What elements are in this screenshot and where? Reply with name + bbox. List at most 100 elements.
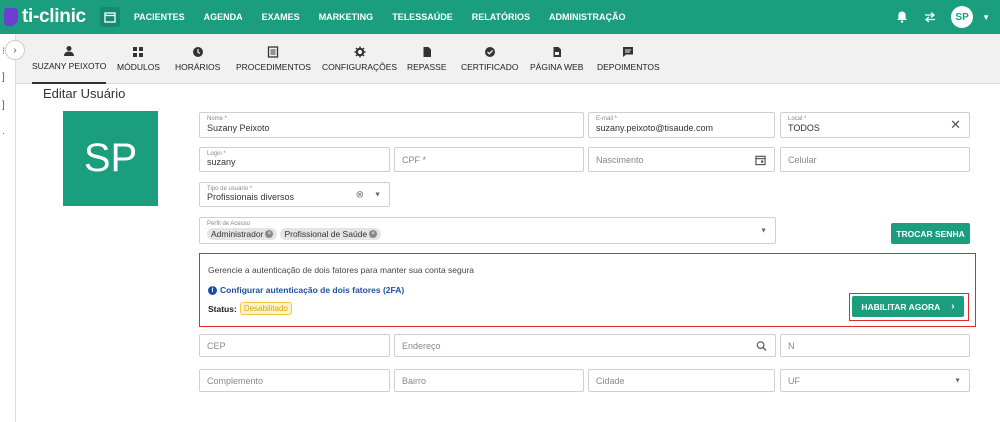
gear-icon xyxy=(354,46,366,58)
calendar-icon xyxy=(104,12,116,23)
bell-icon[interactable] xyxy=(895,10,909,24)
tab-label: HORÁRIOS xyxy=(175,62,221,72)
tab-label: REPASSE xyxy=(407,62,447,72)
tab-label: MÓDULOS xyxy=(117,62,160,72)
complemento-placeholder: Complemento xyxy=(207,375,264,386)
tab-depoimentos[interactable]: DEPOIMENTOS xyxy=(597,34,660,84)
tab-modulos[interactable]: MÓDULOS xyxy=(117,34,160,84)
configure-2fa-link[interactable]: i Configurar autenticação de dois fatore… xyxy=(208,285,404,295)
nome-field[interactable]: Nome * Suzany Peixoto xyxy=(199,112,584,138)
status-badge: Desabilitado xyxy=(239,302,292,315)
tab-certificado[interactable]: CERTIFICADO xyxy=(461,34,518,84)
nav-item-exames[interactable]: EXAMES xyxy=(262,12,300,22)
tab-repasse[interactable]: REPASSE xyxy=(407,34,447,84)
chip-remove-icon[interactable]: × xyxy=(369,230,378,238)
nav-item-pacientes[interactable]: PACIENTES xyxy=(134,12,185,22)
local-value: TODOS xyxy=(788,123,820,133)
dropdown-arrow-icon[interactable]: ▼ xyxy=(760,227,767,234)
user-menu-caret-icon[interactable]: ▼ xyxy=(982,13,990,22)
uf-select[interactable]: UF ▼ xyxy=(780,369,970,392)
tab-suzany-peixoto[interactable]: SUZANY PEIXOTO xyxy=(32,34,107,84)
cep-field[interactable]: CEP xyxy=(199,334,390,357)
cep-placeholder: CEP xyxy=(207,340,226,351)
tab-pagina-web[interactable]: PÁGINA WEB xyxy=(530,34,583,84)
nome-label: Nome * xyxy=(207,116,228,122)
dropdown-arrow-icon[interactable]: ▼ xyxy=(374,191,381,198)
tab-horarios[interactable]: HORÁRIOS xyxy=(175,34,220,84)
numero-field[interactable]: N xyxy=(780,334,970,357)
person-icon xyxy=(64,46,75,56)
verified-badge-icon xyxy=(484,47,495,57)
comment-icon xyxy=(623,47,634,57)
local-label: Local * xyxy=(788,116,807,122)
enable-2fa-highlight: HABILITAR AGORA › xyxy=(849,293,969,321)
document-list-icon xyxy=(268,46,279,58)
logo-text: ti-clinic xyxy=(22,6,86,27)
chip-remove-icon[interactable]: × xyxy=(265,230,274,238)
tab-label: SUZANY PEIXOTO xyxy=(32,61,107,71)
perfil-acesso-select[interactable]: Perfil de Acesso Administrador × Profissi… xyxy=(199,217,776,244)
sidebar-glyph-3[interactable]: ] xyxy=(2,100,5,111)
nav-item-agenda[interactable]: AGENDA xyxy=(204,12,243,22)
tab-label: DEPOIMENTOS xyxy=(597,62,660,72)
cpf-field[interactable]: CPF * xyxy=(394,147,584,172)
uf-placeholder: UF xyxy=(788,375,800,386)
tab-label: CERTIFICADO xyxy=(461,62,519,72)
local-select[interactable]: Local * TODOS ✕ xyxy=(780,112,970,138)
info-icon: i xyxy=(208,285,217,295)
endereco-field[interactable]: Endereço xyxy=(394,334,776,357)
bairro-field[interactable]: Bairro xyxy=(394,369,584,392)
app-logo[interactable]: ti-clinic xyxy=(4,6,86,28)
profile-tabs: SUZANY PEIXOTO MÓDULOS HORÁRIOS PROCEDIM… xyxy=(16,34,1000,84)
tab-procedimentos[interactable]: PROCEDIMENTOS xyxy=(236,34,311,84)
nav-item-relatorios[interactable]: RELATÓRIOS xyxy=(472,12,530,22)
nascimento-field[interactable]: Nascimento xyxy=(588,147,775,172)
enable-2fa-button[interactable]: HABILITAR AGORA › xyxy=(852,296,964,317)
calendar-icon[interactable] xyxy=(755,154,766,165)
page-title: Editar Usuário xyxy=(43,86,126,101)
login-field[interactable]: Login * suzany xyxy=(199,147,390,172)
grid-icon xyxy=(133,47,144,57)
bairro-placeholder: Bairro xyxy=(402,375,427,386)
nascimento-placeholder: Nascimento xyxy=(596,154,644,165)
nav-item-telessaude[interactable]: TELESSAÚDE xyxy=(392,12,453,22)
cpf-placeholder: CPF * xyxy=(402,154,427,165)
sidebar-glyph-2[interactable]: ] xyxy=(2,72,5,83)
search-icon[interactable] xyxy=(756,340,767,351)
sidebar-toggle-button[interactable]: › xyxy=(5,40,25,60)
endereco-placeholder: Endereço xyxy=(402,340,441,351)
tipo-usuario-select[interactable]: Tipo de usuário * Profissionais diversos… xyxy=(199,182,390,207)
tab-label: PROCEDIMENTOS xyxy=(236,62,311,72)
complemento-field[interactable]: Complemento xyxy=(199,369,390,392)
user-avatar[interactable]: SP xyxy=(951,6,974,28)
enable-2fa-label: HABILITAR AGORA xyxy=(861,301,941,312)
clear-icon[interactable]: ✕ xyxy=(950,117,961,133)
tab-label: CONFIGURAÇÕES xyxy=(322,62,398,72)
clear-circle-icon[interactable]: ⊗ xyxy=(356,189,364,200)
nav-item-administracao[interactable]: ADMINISTRAÇÃO xyxy=(549,12,626,22)
trocar-senha-button[interactable]: TROCAR SENHA xyxy=(891,223,970,244)
user-avatar-large[interactable]: SP xyxy=(63,111,158,206)
chip-label: Administrador xyxy=(211,229,264,239)
logo-mark-icon xyxy=(4,8,18,26)
status-label: Status: xyxy=(208,303,237,314)
calendar-button[interactable] xyxy=(99,7,120,27)
chip-label: Profissional de Saúde xyxy=(284,229,368,239)
chip-profissional-saude[interactable]: Profissional de Saúde × xyxy=(280,228,382,240)
sidebar-glyph-4[interactable]: · xyxy=(2,128,5,139)
tab-configuracoes[interactable]: CONFIGURAÇÕES xyxy=(322,34,397,84)
tipo-usuario-value: Profissionais diversos xyxy=(207,192,295,202)
two-factor-description: Gerencie a autenticação de dois fatores … xyxy=(208,265,475,275)
chip-administrador[interactable]: Administrador × xyxy=(207,228,278,240)
swap-icon[interactable] xyxy=(923,10,937,24)
web-page-icon xyxy=(553,47,561,57)
cidade-field[interactable]: Cidade xyxy=(588,369,775,392)
dropdown-arrow-icon[interactable]: ▼ xyxy=(954,377,961,384)
nav-item-marketing[interactable]: MARKETING xyxy=(319,12,374,22)
perfil-acesso-label: Perfil de Acesso xyxy=(207,221,251,227)
celular-field[interactable]: Celular xyxy=(780,147,970,172)
tab-label: PÁGINA WEB xyxy=(530,62,584,72)
cidade-placeholder: Cidade xyxy=(596,375,625,386)
email-label: E-mail * xyxy=(596,116,618,122)
email-field[interactable]: E-mail * suzany.peixoto@tisaude.com xyxy=(588,112,775,138)
